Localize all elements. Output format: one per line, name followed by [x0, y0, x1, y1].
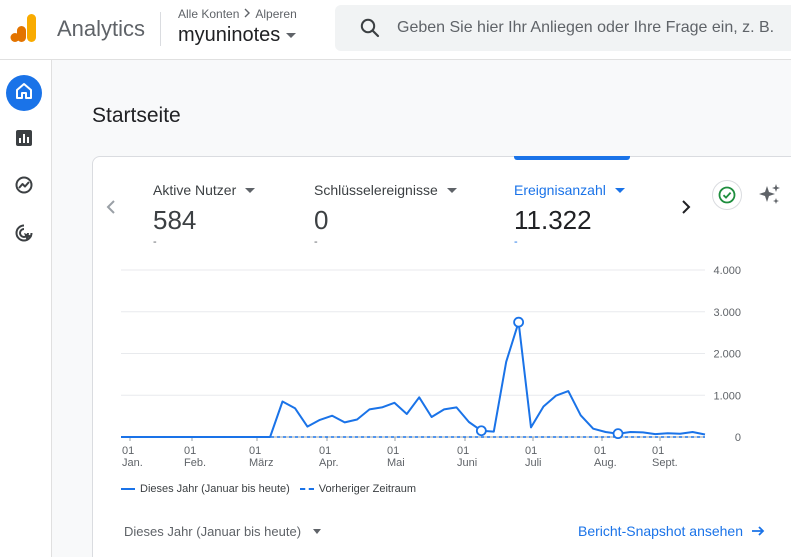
check-circle-icon — [718, 186, 736, 204]
left-nav — [0, 60, 52, 557]
y-axis-labels: 4.000 3.000 2.000 1.000 0 — [713, 265, 741, 444]
y-tick-label: 4.000 — [713, 265, 741, 277]
event-count-chart: 4.0003.0002.0001.0000 01Jan.01Feb.01März… — [121, 265, 741, 469]
metric-label-text: Ereignisanzahl — [514, 182, 606, 198]
property-name: myuninotes — [178, 24, 281, 46]
x-tick-day: 01 — [184, 445, 196, 457]
arrow-right-icon — [752, 526, 765, 536]
legend-current: Dieses Jahr (Januar bis heute) — [140, 483, 290, 495]
caret-down-icon — [286, 33, 297, 38]
sparkle-icon — [759, 184, 780, 204]
search-icon — [359, 17, 381, 39]
x-tick-day: 01 — [457, 445, 469, 457]
x-tick-day: 01 — [594, 445, 606, 457]
analytics-logo[interactable] — [10, 12, 40, 44]
x-tick-month: Mai — [387, 457, 405, 469]
x-tick-month: Juni — [457, 457, 477, 469]
bar-chart-icon — [15, 129, 33, 152]
report-snapshot-link[interactable]: Bericht-Snapshot ansehen — [578, 523, 765, 539]
x-tick-month: Juli — [525, 457, 542, 469]
chart-grid — [121, 269, 705, 438]
chart-legend: Dieses Jahr (Januar bis heute) Vorherige… — [121, 483, 416, 495]
page-title: Startseite — [92, 104, 181, 127]
chart-series — [121, 321, 706, 438]
x-tick-day: 01 — [387, 445, 399, 457]
date-range-selector[interactable]: Dieses Jahr (Januar bis heute) — [124, 524, 322, 539]
metric-value: 0 — [314, 205, 329, 235]
app-name: Analytics — [57, 16, 146, 41]
previous-metrics-button[interactable] — [101, 195, 121, 219]
series-this-year — [121, 321, 706, 438]
x-tick-month: Jan. — [122, 457, 143, 469]
chevron-right-icon — [242, 8, 252, 21]
y-tick-label: 1.000 — [713, 390, 741, 402]
x-tick-day: 01 — [319, 445, 331, 457]
snapshot-link-label: Bericht-Snapshot ansehen — [578, 523, 743, 539]
selected-metric-indicator — [514, 156, 630, 160]
metric-delta: - — [514, 236, 518, 248]
x-tick-day: 01 — [525, 445, 537, 457]
date-range-label: Dieses Jahr (Januar bis heute) — [124, 524, 302, 539]
metric-value: 11.322 — [514, 205, 592, 235]
caret-down-icon — [614, 187, 625, 193]
metric-event-count[interactable]: Ereignisanzahl 11.322 - — [514, 181, 625, 248]
metric-key-events[interactable]: Schlüsselereignisse 0 - — [314, 181, 457, 248]
metric-label: Ereignisanzahl — [514, 181, 625, 199]
metric-label-text: Aktive Nutzer — [153, 182, 237, 198]
chevron-right-icon — [682, 200, 691, 214]
property-selector[interactable]: myuninotes — [178, 24, 297, 47]
nav-explore[interactable] — [6, 169, 42, 205]
metric-label-text: Schlüsselereignisse — [314, 182, 438, 198]
nav-reports[interactable] — [6, 122, 42, 158]
insights-button[interactable] — [757, 182, 783, 208]
y-tick-label: 2.000 — [713, 349, 741, 361]
y-tick-label: 0 — [735, 432, 741, 444]
metric-label: Aktive Nutzer — [153, 181, 256, 199]
x-tick-day: 01 — [652, 445, 664, 457]
cursor-target-icon — [13, 222, 35, 249]
metric-label: Schlüsselereignisse — [314, 181, 457, 199]
overview-card: Aktive Nutzer 584 - Schlüsselereignisse … — [92, 156, 791, 557]
legend-previous: Vorheriger Zeitraum — [318, 483, 417, 495]
search-bar[interactable] — [335, 5, 791, 51]
x-tick-month: Feb. — [184, 457, 206, 469]
breadcrumb-account[interactable]: Alle Konten — [178, 7, 239, 21]
chevron-left-icon — [106, 200, 115, 214]
nav-home[interactable] — [6, 75, 42, 111]
data-point-marker — [612, 428, 624, 440]
next-metrics-button[interactable] — [676, 195, 696, 219]
caret-down-icon — [245, 187, 256, 193]
home-icon — [14, 81, 34, 106]
nav-advertising[interactable] — [6, 217, 42, 253]
metric-delta: - — [153, 236, 157, 248]
x-tick-month: Sept. — [652, 457, 678, 469]
chart-highlight-points — [475, 316, 624, 440]
data-quality-button[interactable] — [712, 180, 742, 210]
legend-swatch-solid — [121, 488, 135, 490]
header-divider — [160, 12, 161, 46]
breadcrumb-user[interactable]: Alperen — [255, 7, 296, 21]
explore-icon — [14, 175, 34, 200]
x-tick-day: 01 — [249, 445, 261, 457]
x-tick-day: 01 — [122, 445, 134, 457]
breadcrumb[interactable]: Alle Konten Alperen — [178, 7, 297, 21]
x-tick-month: Aug. — [594, 457, 617, 469]
metric-value: 584 — [153, 205, 197, 235]
data-point-marker — [475, 425, 487, 437]
x-tick-month: März — [249, 457, 273, 469]
y-tick-label: 3.000 — [713, 307, 741, 319]
top-bar: Analytics Alle Konten Alperen myuninotes — [0, 0, 791, 60]
metric-delta: - — [314, 236, 318, 248]
search-input[interactable] — [397, 19, 791, 37]
data-point-marker — [513, 316, 525, 328]
x-tick-month: Apr. — [319, 457, 339, 469]
caret-down-icon — [313, 529, 322, 534]
legend-swatch-dashed — [299, 488, 314, 490]
caret-down-icon — [446, 187, 457, 193]
x-axis-labels: 01Jan.01Feb.01März01Apr.01Mai01Juni01Jul… — [122, 437, 678, 469]
metric-active-users[interactable]: Aktive Nutzer 584 - — [153, 181, 256, 248]
